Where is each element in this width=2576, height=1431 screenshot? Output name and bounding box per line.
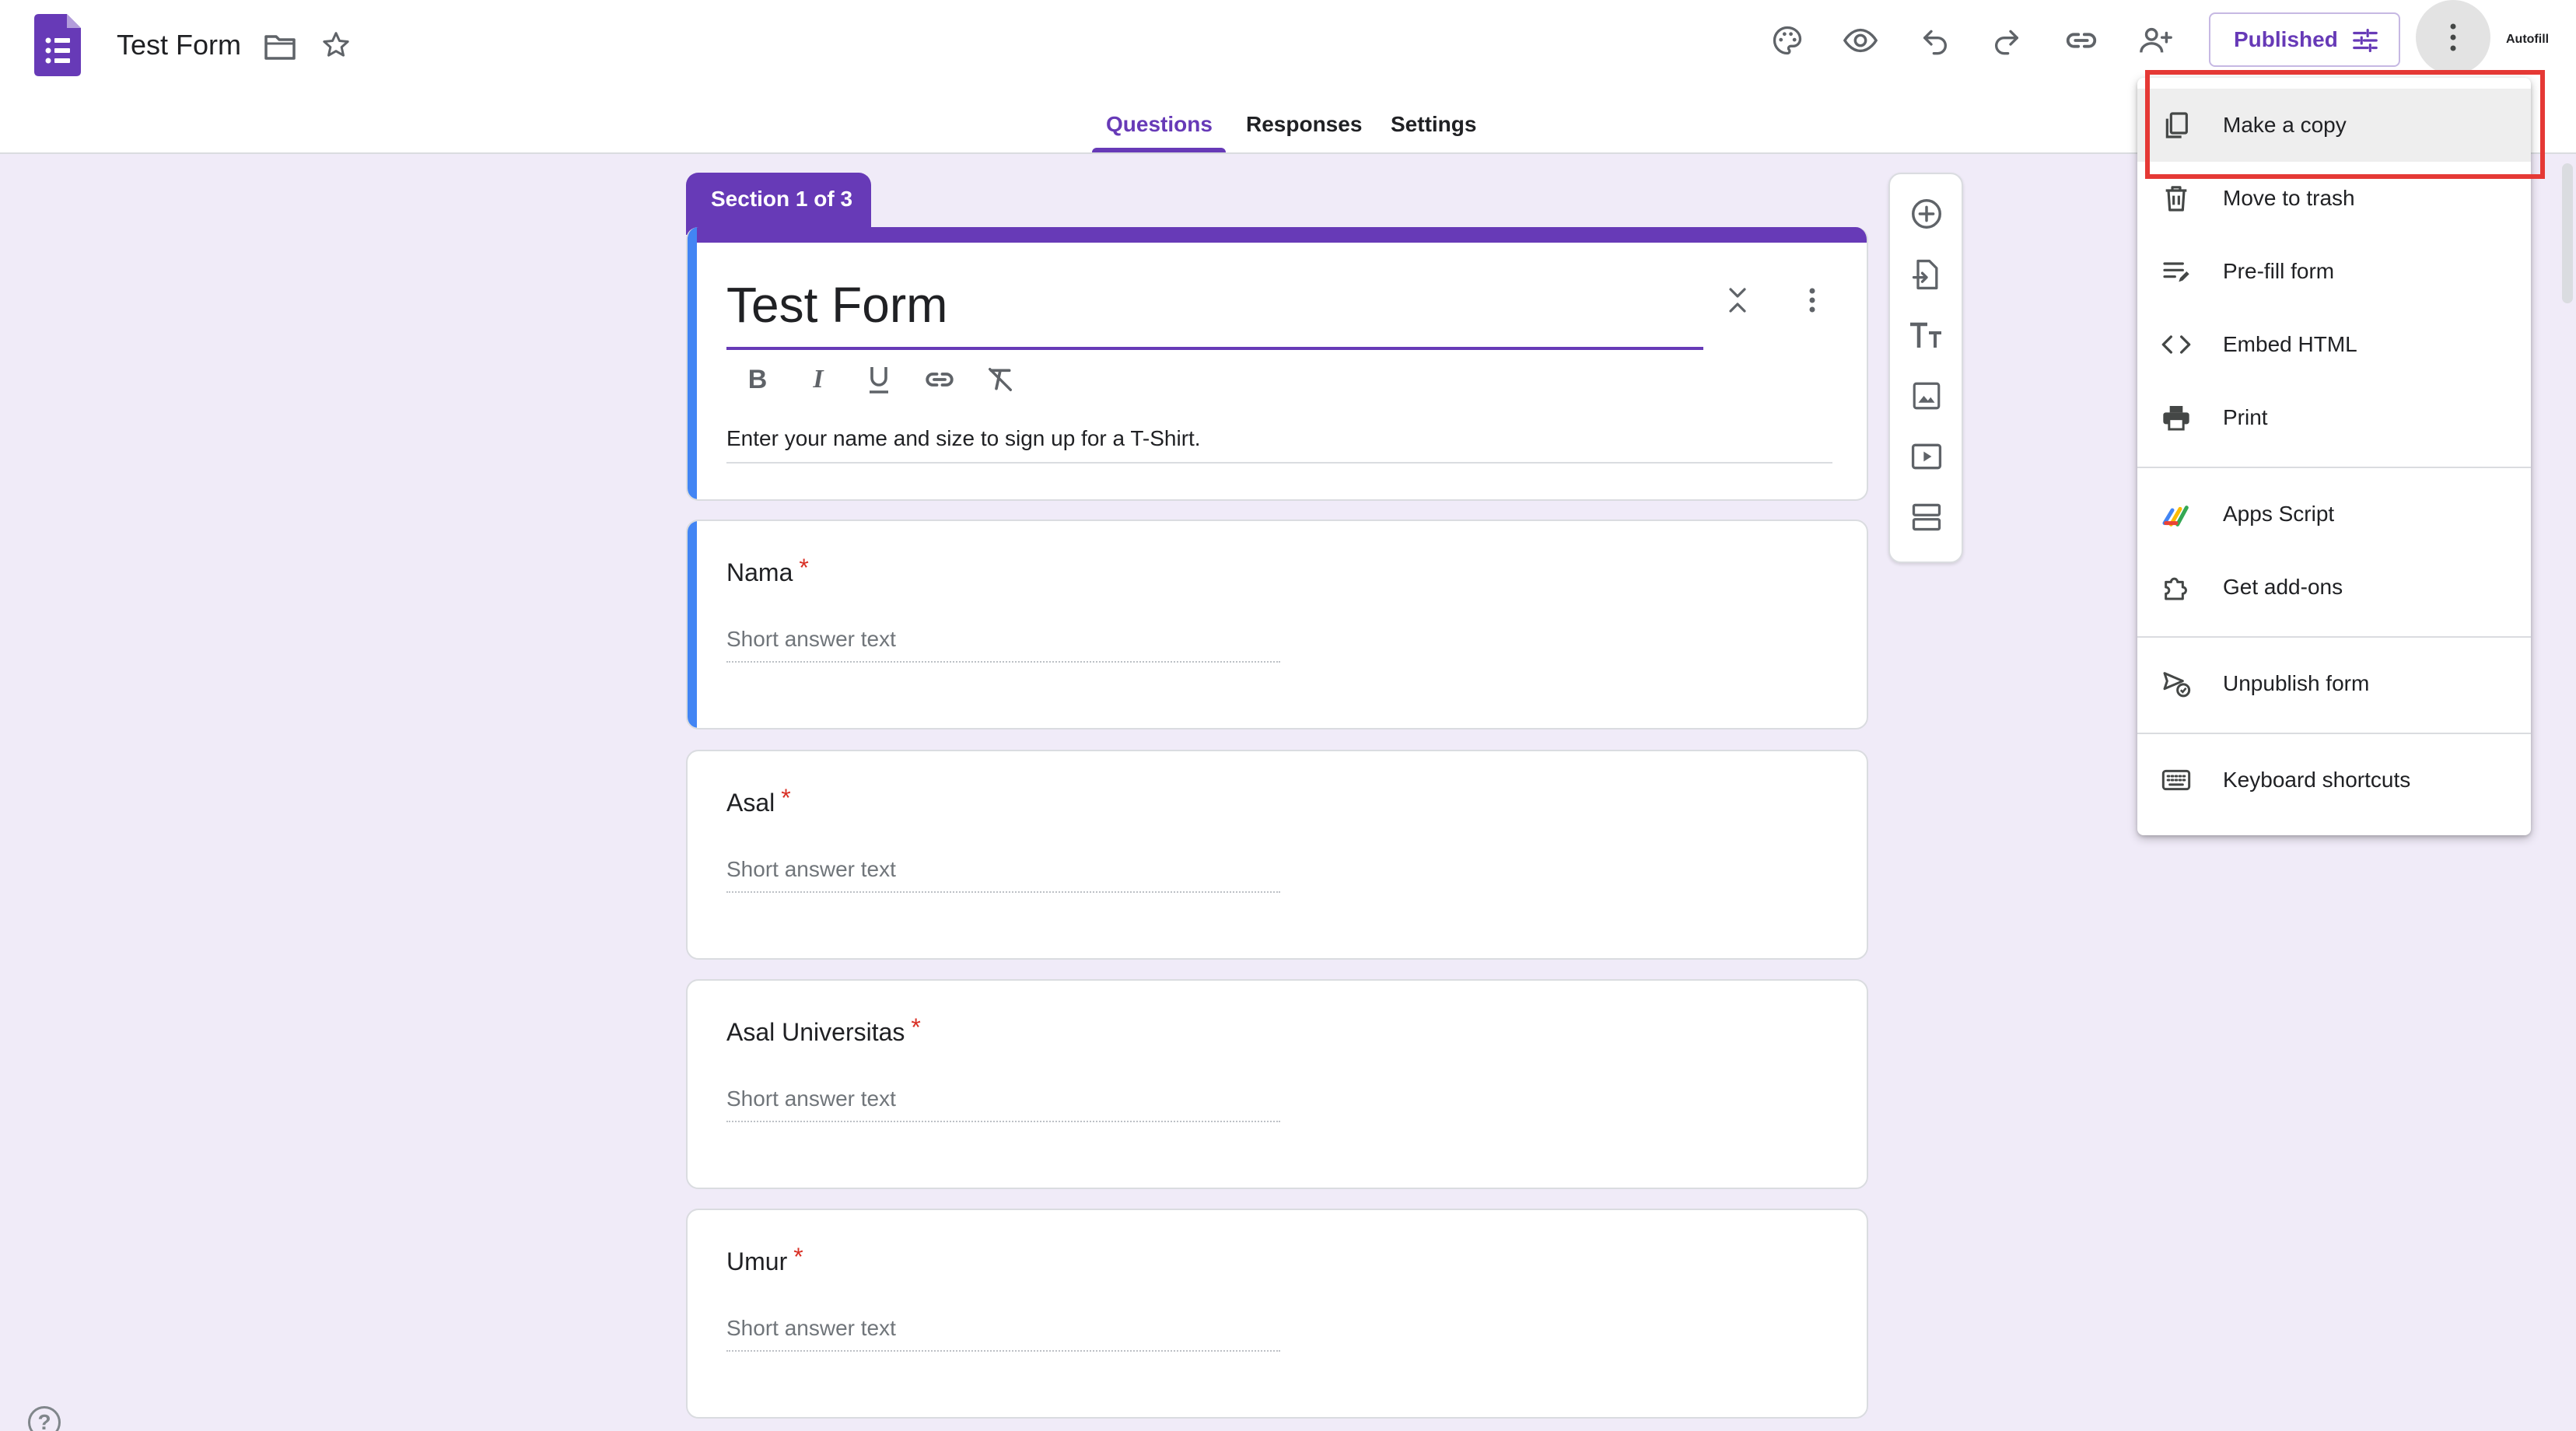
highlight-box	[2145, 70, 2545, 179]
print-icon	[2161, 402, 2192, 433]
question-focus-indicator	[688, 521, 697, 728]
unpublish-icon	[2161, 668, 2192, 699]
question-title: Umur *	[726, 1243, 803, 1276]
italic-icon[interactable]: I	[801, 362, 835, 397]
add-image-icon[interactable]	[1907, 376, 1946, 415]
code-icon	[2161, 329, 2192, 360]
menu-item-keyboard-shortcuts[interactable]: Keyboard shortcuts	[2137, 743, 2531, 817]
autofill-label[interactable]: Autofill	[2506, 33, 2549, 47]
menu-scrollbar[interactable]	[2562, 163, 2573, 303]
required-asterisk: *	[781, 784, 791, 812]
question-card[interactable]: Asal * Short answer text	[686, 750, 1868, 960]
star-icon[interactable]	[319, 28, 353, 62]
add-collaborator-icon[interactable]	[2137, 22, 2175, 59]
menu-divider	[2137, 733, 2531, 734]
menu-item-pre-fill-form[interactable]: Pre-fill form	[2137, 235, 2531, 308]
menu-item-label: Embed HTML	[2223, 332, 2357, 356]
tab-settings[interactable]: Settings	[1391, 109, 1476, 140]
menu-item-label: Print	[2223, 405, 2268, 429]
menu-item-label: Apps Script	[2223, 502, 2335, 526]
question-title-text: Nama	[726, 558, 793, 586]
clear-formatting-icon[interactable]	[983, 362, 1017, 397]
section-label: Section 1 of 3	[686, 173, 871, 235]
tab-responses[interactable]: Responses	[1246, 109, 1362, 140]
import-questions-icon[interactable]	[1907, 255, 1946, 294]
menu-item-label: Pre-fill form	[2223, 259, 2335, 283]
menu-divider	[2137, 467, 2531, 468]
title-card-accent	[688, 227, 1867, 243]
menu-item-apps-script[interactable]: Apps Script	[2137, 478, 2531, 551]
form-title[interactable]: Test Form	[726, 274, 947, 336]
bold-icon[interactable]: B	[740, 362, 775, 397]
menu-item-label: Move to trash	[2223, 186, 2355, 210]
apps-script-icon	[2161, 499, 2192, 530]
menu-item-label: Keyboard shortcuts	[2223, 768, 2411, 792]
required-asterisk: *	[793, 1243, 803, 1271]
menu-item-print[interactable]: Print	[2137, 381, 2531, 454]
answer-underline	[726, 661, 1280, 663]
question-card[interactable]: Asal Universitas * Short answer text	[686, 979, 1868, 1189]
short-answer-placeholder: Short answer text	[726, 857, 896, 881]
question-title-text: Asal Universitas	[726, 1018, 905, 1046]
answer-underline	[726, 1121, 1280, 1122]
short-answer-placeholder: Short answer text	[726, 1086, 896, 1111]
short-answer-placeholder: Short answer text	[726, 627, 896, 651]
published-label: Published	[2234, 27, 2338, 51]
question-title-text: Umur	[726, 1247, 788, 1275]
palette-icon[interactable]	[1769, 22, 1806, 59]
question-title: Asal Universitas *	[726, 1013, 921, 1047]
add-video-icon[interactable]	[1907, 437, 1946, 476]
undo-icon[interactable]	[1916, 22, 1954, 59]
collapse-icon[interactable]	[1722, 283, 1753, 317]
title-underline	[726, 347, 1703, 350]
required-asterisk: *	[799, 554, 809, 582]
form-title-card[interactable]: Test Form B I Enter your name and size t…	[686, 227, 1868, 501]
active-card-indicator	[688, 227, 697, 499]
add-question-icon[interactable]	[1907, 194, 1946, 233]
answer-underline	[726, 1350, 1280, 1352]
answer-underline	[726, 891, 1280, 893]
prefill-icon	[2161, 256, 2192, 287]
preview-eye-icon[interactable]	[1842, 22, 1879, 59]
short-answer-placeholder: Short answer text	[726, 1316, 896, 1340]
redo-icon[interactable]	[1988, 22, 2025, 59]
insert-link-icon[interactable]	[922, 362, 957, 397]
question-title: Asal *	[726, 784, 791, 817]
document-title[interactable]: Test Form	[117, 25, 241, 65]
help-button[interactable]: ?	[28, 1406, 61, 1431]
floating-toolbar	[1888, 173, 1963, 563]
menu-item-label: Unpublish form	[2223, 671, 2370, 695]
more-options-menu: Make a copy Move to trash Pre-fill form …	[2137, 78, 2531, 835]
keyboard-icon	[2161, 764, 2192, 796]
card-more-icon[interactable]	[1797, 283, 1828, 317]
required-asterisk: *	[911, 1013, 921, 1041]
tab-questions[interactable]: Questions	[1106, 109, 1213, 140]
add-section-icon[interactable]	[1907, 498, 1946, 537]
question-card[interactable]: Nama * Short answer text	[686, 520, 1868, 729]
forms-logo-icon[interactable]	[34, 14, 81, 76]
form-description[interactable]: Enter your name and size to sign up for …	[726, 426, 1201, 451]
folder-icon[interactable]	[263, 30, 297, 64]
question-title: Nama *	[726, 554, 809, 587]
menu-divider	[2137, 636, 2531, 638]
trash-icon	[2161, 183, 2192, 214]
question-card[interactable]: Umur * Short answer text	[686, 1209, 1868, 1419]
description-underline	[726, 462, 1832, 464]
active-tab-indicator	[1092, 148, 1226, 152]
tune-icon	[2350, 26, 2380, 61]
link-icon[interactable]	[2063, 22, 2100, 59]
add-title-description-icon[interactable]	[1907, 316, 1946, 355]
menu-item-label: Get add-ons	[2223, 575, 2343, 599]
published-button[interactable]: Published	[2209, 12, 2400, 67]
menu-item-unpublish-form[interactable]: Unpublish form	[2137, 647, 2531, 720]
more-options-button[interactable]	[2416, 0, 2490, 75]
puzzle-icon	[2161, 572, 2192, 603]
menu-item-embed-html[interactable]: Embed HTML	[2137, 308, 2531, 381]
underline-icon[interactable]	[862, 362, 896, 397]
question-title-text: Asal	[726, 789, 775, 817]
menu-item-get-add-ons[interactable]: Get add-ons	[2137, 551, 2531, 624]
